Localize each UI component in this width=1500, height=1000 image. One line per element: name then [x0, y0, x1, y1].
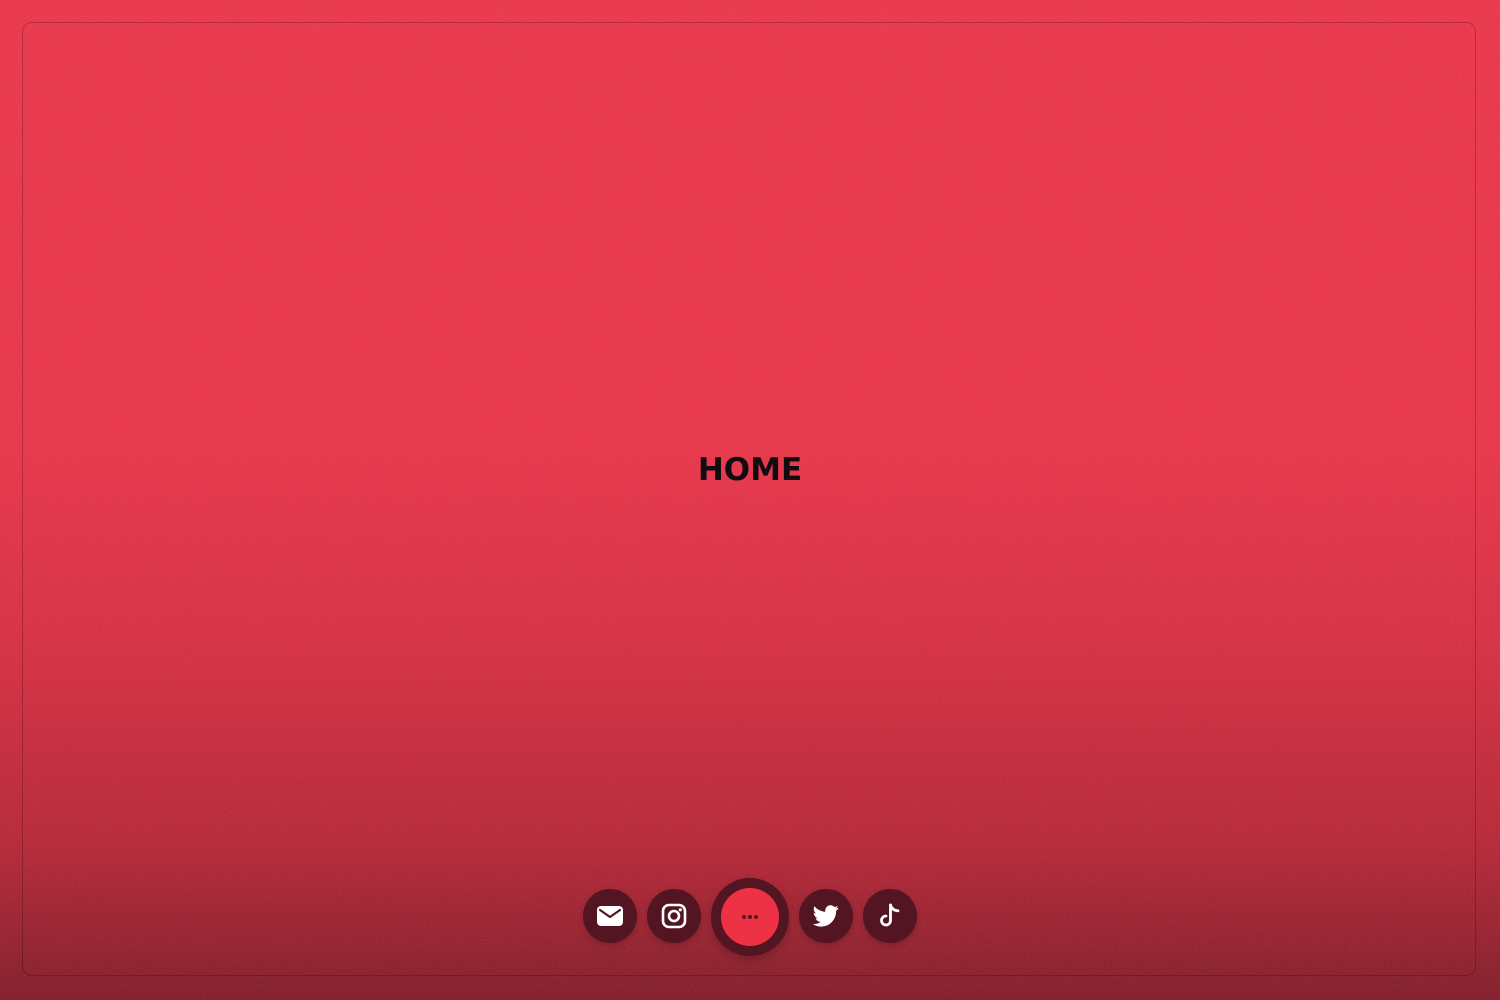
twitter-icon [813, 905, 839, 927]
twitter-button[interactable] [799, 889, 853, 943]
page-frame [22, 22, 1476, 976]
mail-button[interactable] [583, 889, 637, 943]
more-icon [742, 915, 758, 919]
social-dock [0, 878, 1500, 956]
page-title: HOME [697, 452, 803, 488]
instagram-icon [661, 903, 687, 929]
tiktok-icon [880, 903, 900, 927]
mail-icon [597, 906, 623, 926]
more-button-face [721, 888, 779, 946]
instagram-button[interactable] [647, 889, 701, 943]
more-button[interactable] [711, 878, 789, 956]
tiktok-button[interactable] [863, 889, 917, 943]
